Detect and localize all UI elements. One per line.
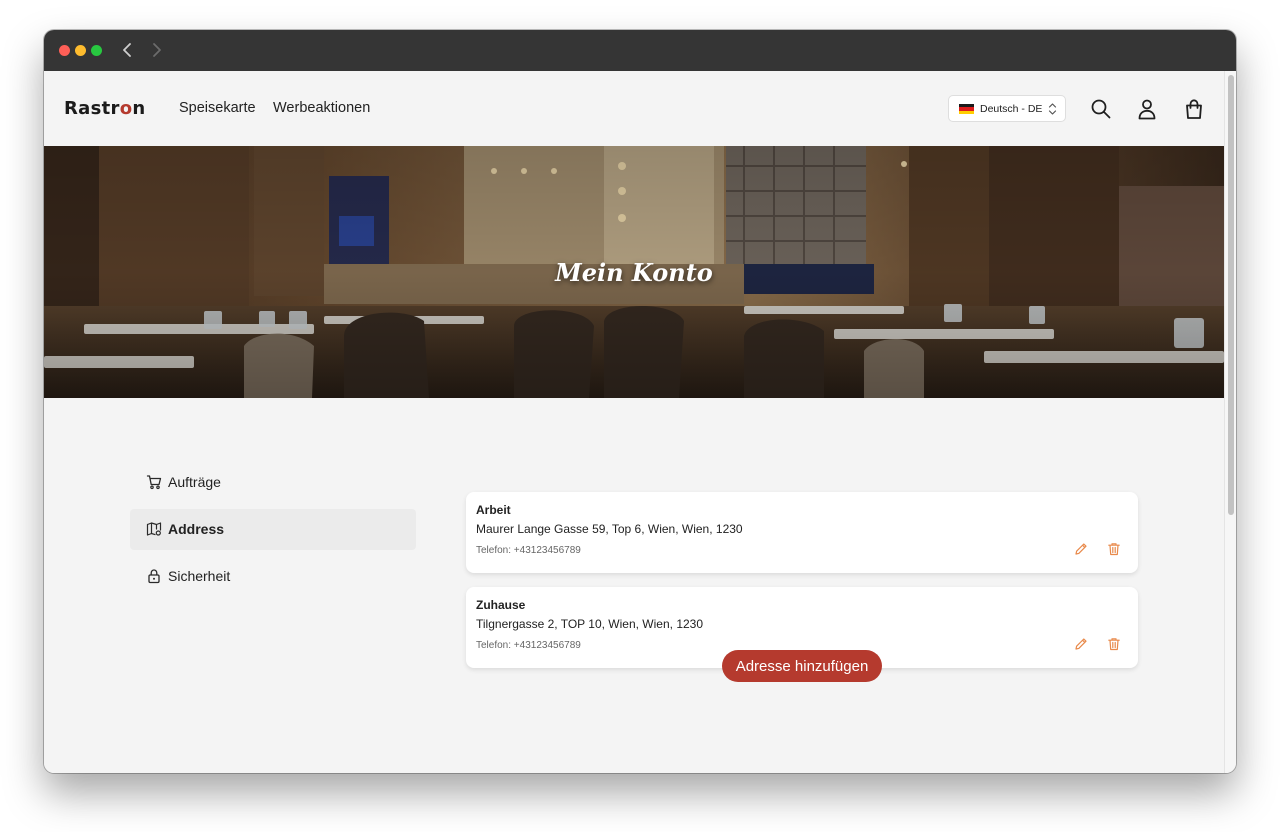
minimize-window-button[interactable] (75, 45, 86, 56)
shopping-bag-icon[interactable] (1183, 98, 1205, 120)
sidebar-item-orders[interactable]: Aufträge (130, 462, 416, 503)
add-address-button[interactable]: Adresse hinzufügen (722, 650, 882, 682)
address-name: Arbeit (476, 503, 511, 517)
address-name: Zuhause (476, 598, 526, 612)
close-window-button[interactable] (59, 45, 70, 56)
maximize-window-button[interactable] (91, 45, 102, 56)
chevron-updown-icon (1048, 103, 1057, 115)
browser-titlebar (44, 30, 1236, 71)
cart-icon (146, 475, 162, 490)
germany-flag-icon (959, 104, 974, 114)
logo-tail: n (132, 98, 146, 119)
nav-link-promotions[interactable]: Werbeaktionen (273, 100, 370, 116)
language-label: Deutsch - DE (980, 103, 1043, 115)
site-header: Rastron Speisekarte Werbeaktionen Deutsc… (44, 71, 1224, 146)
edit-pencil-icon[interactable] (1074, 542, 1088, 556)
sidebar-item-security[interactable]: Sicherheit (130, 556, 416, 597)
nav-link-menu[interactable]: Speisekarte (179, 100, 256, 116)
hero-banner: Mein Konto (44, 146, 1224, 398)
forward-arrow-icon[interactable] (148, 41, 164, 59)
logo-text: Rastr (64, 98, 120, 119)
address-phone: Telefon: +43123456789 (476, 640, 581, 651)
address-line: Tilgnergasse 2, TOP 10, Wien, Wien, 1230 (476, 617, 704, 631)
address-line: Maurer Lange Gasse 59, Top 6, Wien, Wien… (476, 522, 743, 536)
user-icon[interactable] (1136, 98, 1158, 120)
edit-pencil-icon[interactable] (1074, 637, 1088, 651)
sidebar-item-label: Aufträge (168, 474, 221, 490)
logo-accent: o (119, 98, 133, 119)
site-logo[interactable]: Rastron (64, 98, 146, 119)
scrollbar-thumb[interactable] (1228, 75, 1234, 515)
search-icon[interactable] (1090, 98, 1112, 120)
sidebar-item-address[interactable]: Address (130, 509, 416, 550)
language-select[interactable]: Deutsch - DE (948, 95, 1066, 122)
lock-icon (148, 569, 160, 584)
address-card-work: Arbeit Maurer Lange Gasse 59, Top 6, Wie… (466, 492, 1138, 573)
sidebar-item-label: Address (168, 521, 225, 537)
hero-title: Mein Konto (555, 258, 713, 287)
trash-icon[interactable] (1107, 542, 1121, 556)
map-icon (146, 522, 162, 536)
browser-window: Rastron Speisekarte Werbeaktionen Deutsc… (44, 30, 1236, 773)
vertical-scrollbar[interactable] (1224, 71, 1236, 773)
back-arrow-icon[interactable] (120, 41, 136, 59)
address-phone: Telefon: +43123456789 (476, 545, 581, 556)
page-viewport: Rastron Speisekarte Werbeaktionen Deutsc… (44, 71, 1224, 773)
sidebar-item-label: Sicherheit (168, 568, 231, 584)
trash-icon[interactable] (1107, 637, 1121, 651)
